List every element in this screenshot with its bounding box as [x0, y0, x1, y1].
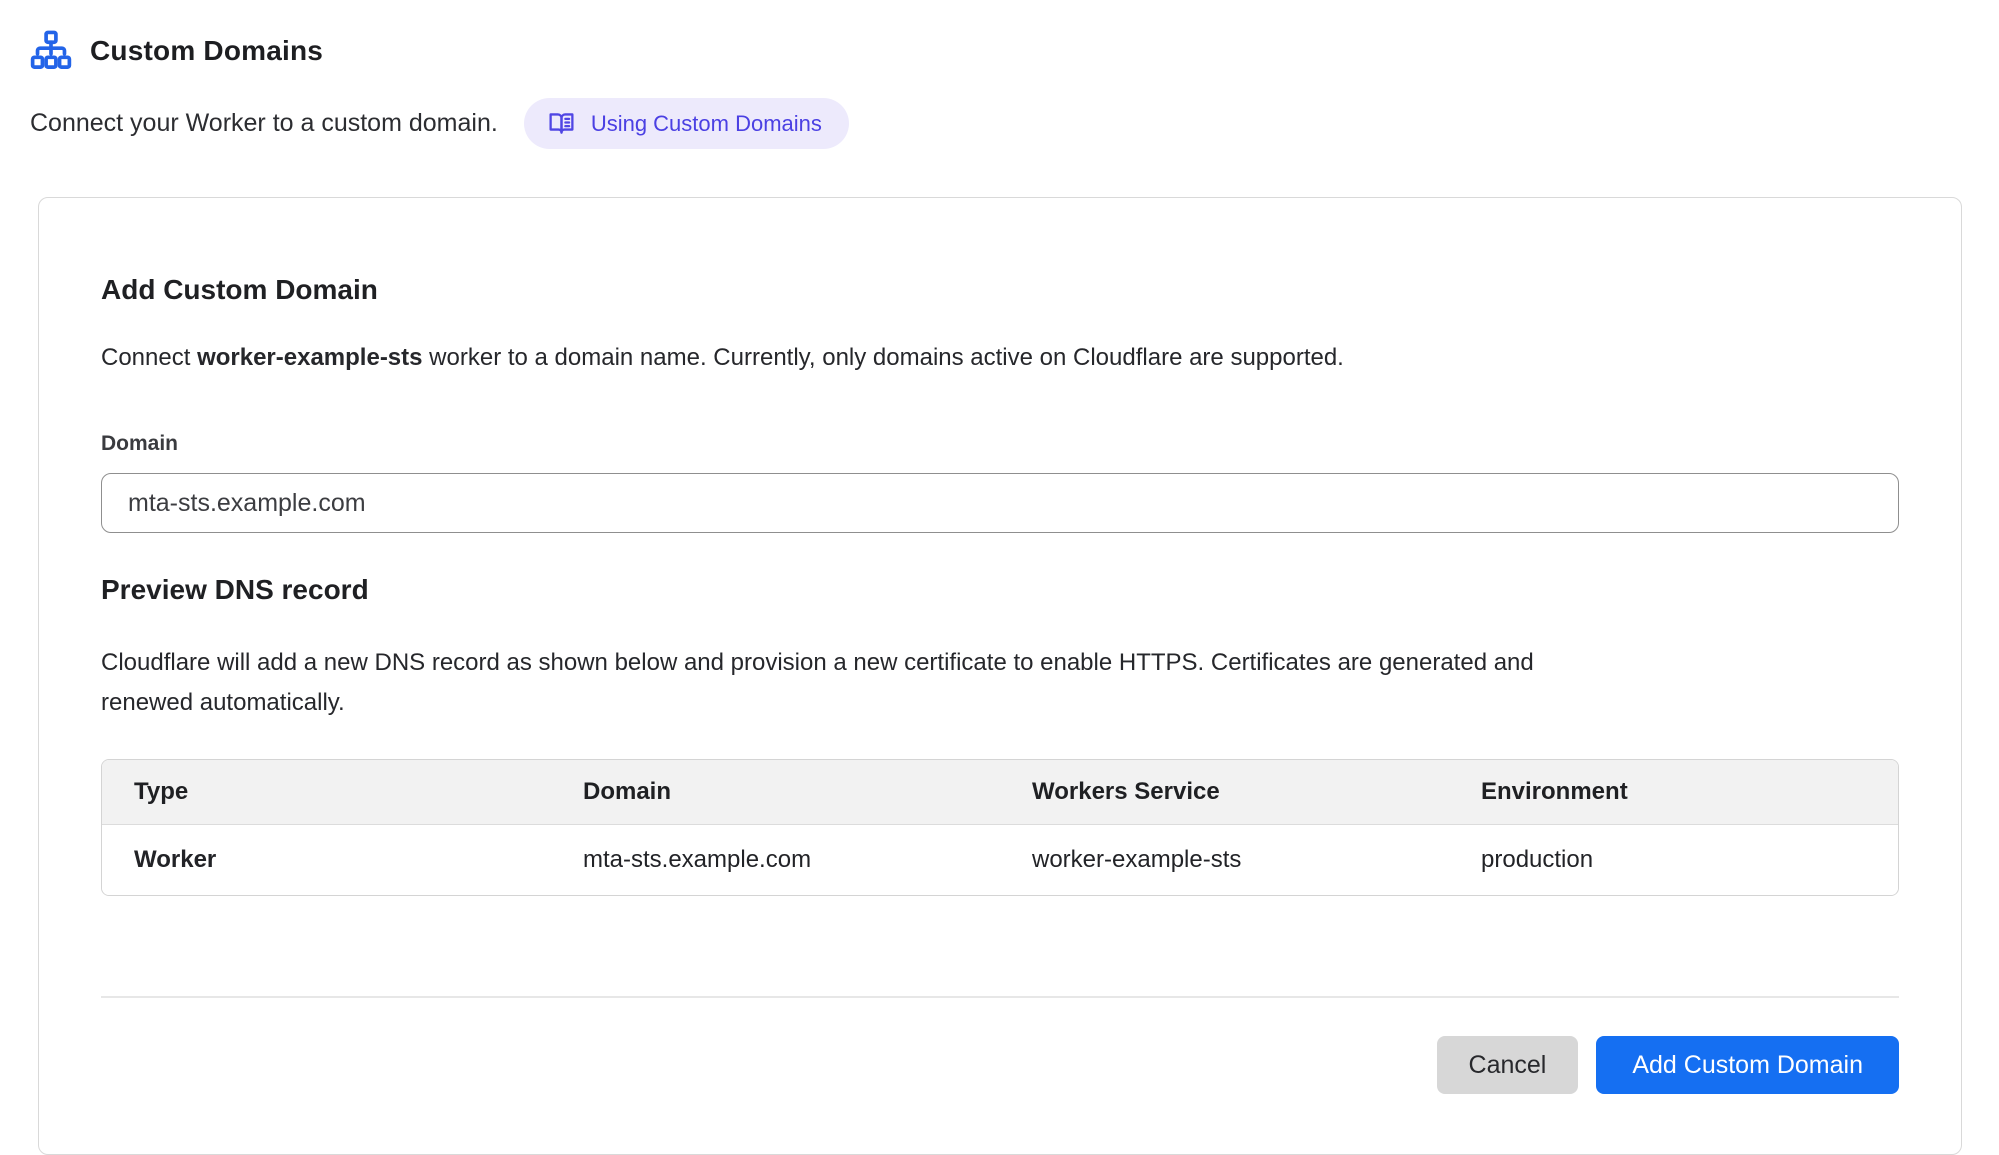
cell-environment: production: [1449, 824, 1898, 895]
dns-preview-table: Type Domain Workers Service Environment …: [101, 759, 1899, 896]
subtitle-row: Connect your Worker to a custom domain. …: [30, 98, 1962, 149]
column-header-environment: Environment: [1449, 760, 1898, 824]
table-row: Worker mta-sts.example.com worker-exampl…: [102, 824, 1898, 895]
cell-workers-service: worker-example-sts: [1000, 824, 1449, 895]
column-header-type: Type: [102, 760, 551, 824]
add-custom-domain-description: Connect worker-example-sts worker to a d…: [101, 341, 1899, 375]
description-prefix: Connect: [101, 344, 197, 371]
footer-divider: [101, 996, 1899, 998]
column-header-workers-service: Workers Service: [1000, 760, 1449, 824]
using-custom-domains-label: Using Custom Domains: [591, 111, 822, 137]
cell-type: Worker: [102, 824, 551, 895]
cancel-button[interactable]: Cancel: [1437, 1036, 1579, 1094]
page-title: Custom Domains: [90, 35, 323, 67]
cell-domain: mta-sts.example.com: [551, 824, 1000, 895]
worker-name: worker-example-sts: [197, 344, 422, 371]
domain-input[interactable]: [101, 473, 1899, 533]
preview-dns-record-heading: Preview DNS record: [101, 573, 1899, 607]
using-custom-domains-link[interactable]: Using Custom Domains: [524, 98, 849, 149]
sitemap-icon: [30, 30, 72, 72]
domain-field-label: Domain: [101, 431, 1899, 457]
add-custom-domain-button[interactable]: Add Custom Domain: [1596, 1036, 1899, 1094]
page-subtitle: Connect your Worker to a custom domain.: [30, 109, 498, 138]
open-book-icon: [547, 109, 576, 138]
add-custom-domain-heading: Add Custom Domain: [101, 273, 1899, 307]
description-suffix: worker to a domain name. Currently, only…: [423, 344, 1344, 371]
column-header-domain: Domain: [551, 760, 1000, 824]
preview-dns-description: Cloudflare will add a new DNS record as …: [101, 643, 1571, 723]
footer-actions: Cancel Add Custom Domain: [101, 1036, 1899, 1094]
table-header-row: Type Domain Workers Service Environment: [102, 760, 1898, 824]
add-custom-domain-card: Add Custom Domain Connect worker-example…: [38, 197, 1962, 1155]
page-header: Custom Domains: [30, 30, 1962, 72]
